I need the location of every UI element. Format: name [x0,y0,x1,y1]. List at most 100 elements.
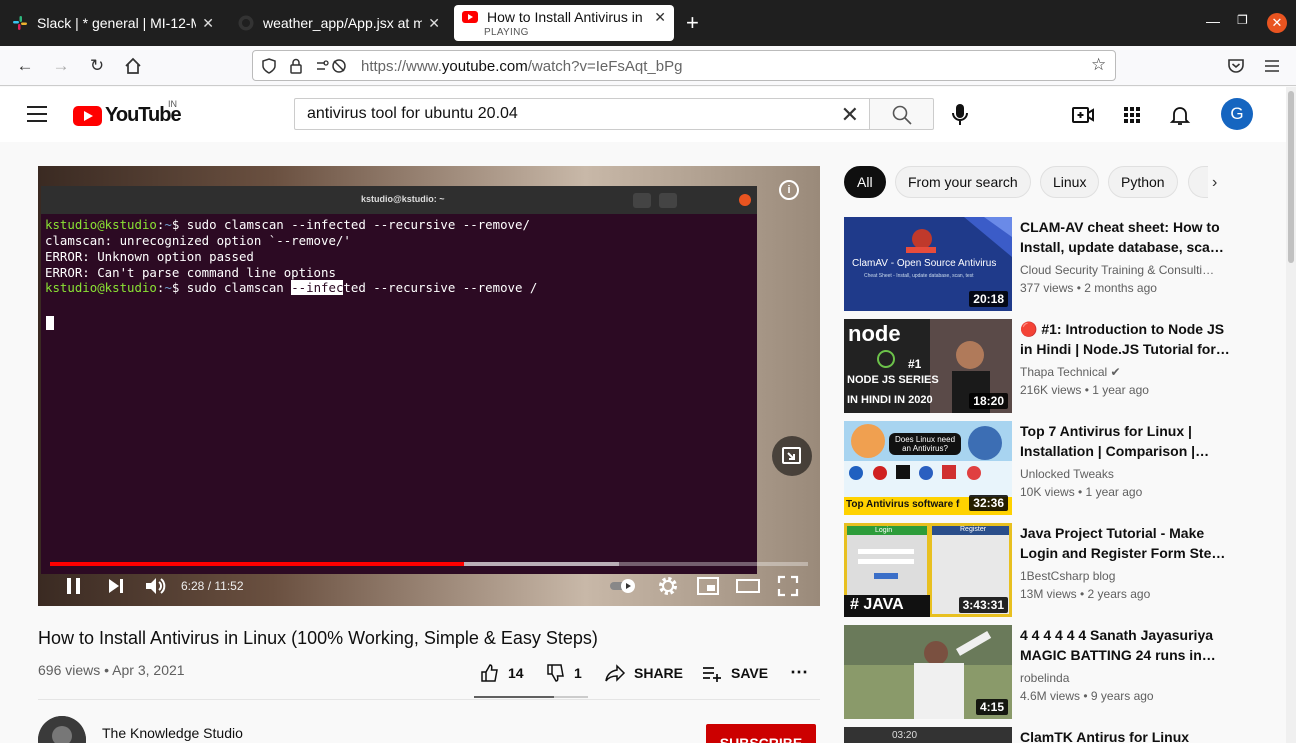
menu-icon[interactable] [1262,56,1282,76]
new-tab-button[interactable]: + [686,12,699,34]
recommendation-channel[interactable]: Thapa Technical ✔ [1020,365,1225,379]
next-icon[interactable] [104,574,128,598]
duration-badge: 32:36 [969,495,1008,511]
shield-icon[interactable] [261,58,277,74]
notifications-bell-icon[interactable] [1168,103,1192,127]
share-button[interactable]: SHARE [604,663,683,683]
progress-bar[interactable] [50,562,808,566]
reload-icon[interactable]: ↻ [87,56,107,76]
video-thumbnail[interactable]: node #1 NODE JS SERIES IN HINDI IN 2020 … [844,319,1012,413]
chip-all[interactable]: All [844,166,886,198]
recommendation-title[interactable]: 🔴 #1: Introduction to Node JS in Hindi |… [1020,319,1230,359]
chip-python[interactable]: Python [1108,166,1178,198]
bookmark-star-icon[interactable]: ☆ [1091,55,1106,75]
channel-avatar[interactable] [38,716,86,743]
video-thumbnail[interactable]: Does Linux need an Antivirus? Top Antivi… [844,421,1012,515]
recommendation-item[interactable]: 4:15 4 4 4 4 4 4 Sanath Jayasuriya MAGIC… [844,625,1244,719]
terminal-search-icon [633,193,651,208]
miniplayer-icon [782,447,801,464]
like-ratio-bar [474,696,588,698]
pause-icon[interactable] [62,574,86,598]
save-button[interactable]: SAVE [701,663,768,683]
search-box: ✕ [294,98,870,130]
terminal-title: kstudio@kstudio: ~ [361,194,445,204]
recommendation-views: 10K views • 1 year ago [1020,485,1143,499]
chip-linux[interactable]: Linux [1040,166,1100,198]
hamburger-menu-icon[interactable] [27,106,47,122]
account-avatar[interactable]: G [1221,98,1253,130]
recommendation-item[interactable]: 03:20 ClamTK Antirus for Linux [844,727,1244,743]
theater-mode-icon[interactable] [736,574,760,598]
volume-icon[interactable] [143,574,167,598]
autoplay-toggle-icon[interactable] [609,574,639,598]
recommendation-item[interactable]: Does Linux need an Antivirus? Top Antivi… [844,421,1244,515]
like-count: 14 [508,665,524,681]
dislike-button[interactable]: 1 [546,663,582,683]
back-icon[interactable]: ← [15,56,35,76]
video-thumbnail[interactable]: 03:20 [844,727,1012,743]
forward-icon[interactable]: → [51,56,71,76]
miniplayer-small-icon[interactable] [696,574,720,598]
played-bar [50,562,464,566]
chevron-right-icon[interactable]: › [1212,174,1217,192]
tab-playing-label: PLAYING [484,27,529,38]
search-button[interactable] [869,98,934,130]
channel-name[interactable]: The Knowledge Studio [102,725,243,741]
search-icon [892,105,912,125]
recommendation-channel[interactable]: 1BestCsharp blog [1020,569,1225,583]
settings-gear-icon[interactable] [656,574,680,598]
fullscreen-icon[interactable] [776,574,800,598]
tab-youtube-active[interactable]: How to Install Antivirus in PLAYING ✕ [454,5,674,41]
url-text: https://www.youtube.com/watch?v=IeFsAqt_… [361,58,683,75]
subscribe-button[interactable]: SUBSCRIBE [706,724,816,743]
scrollbar-thumb[interactable] [1288,91,1294,263]
recommendation-item[interactable]: Login Register # JAVA 3:43:31 Java Proje… [844,523,1244,617]
video-thumbnail[interactable]: ClamAV - Open Source Antivirus Cheat She… [844,217,1012,311]
info-icon[interactable]: i [779,180,799,200]
thumbnail-text: # JAVA [850,596,904,613]
terminal-line: clamscan: unrecognized option `--remove/… [45,233,351,248]
recommendation-item[interactable]: ClamAV - Open Source Antivirus Cheat She… [844,217,1244,311]
recommendation-channel[interactable]: robelinda [1020,671,1225,685]
maximize-icon[interactable]: ❐ [1237,13,1248,27]
like-button[interactable]: 14 [480,663,524,683]
create-video-icon[interactable] [1071,103,1095,127]
apps-grid-icon[interactable] [1120,103,1144,127]
tab-github[interactable]: weather_app/App.jsx at m ✕ [230,5,448,41]
close-icon[interactable]: ✕ [654,9,666,26]
youtube-logo[interactable]: YouTube IN [73,99,182,127]
recommendation-channel[interactable]: Cloud Security Training & Consulti… [1020,263,1225,277]
minimize-icon[interactable]: — [1206,13,1220,29]
close-icon[interactable]: ✕ [428,15,440,32]
clear-search-icon[interactable]: ✕ [841,102,859,128]
recommendation-channel[interactable]: Unlocked Tweaks [1020,467,1225,481]
tab-slack[interactable]: Slack | * general | MI-12-M ✕ [4,5,222,41]
recommendation-title[interactable]: Top 7 Antivirus for Linux | Installation… [1020,421,1230,461]
recommendation-views: 377 views • 2 months ago [1020,281,1157,295]
pocket-icon[interactable] [1226,56,1246,76]
page-scrollbar[interactable] [1286,87,1296,743]
video-player[interactable]: kstudio@kstudio: ~ kstudio@kstudio:~$ su… [38,166,820,606]
thumbnail-text: Register [960,526,987,533]
time-display: 6:28 / 11:52 [181,579,244,593]
microphone-icon[interactable] [947,95,973,131]
url-bar[interactable]: https://www.youtube.com/watch?v=IeFsAqt_… [252,50,1116,81]
video-thumbnail[interactable]: 4:15 [844,625,1012,719]
github-icon [238,15,254,31]
chip-from-your-search[interactable]: From your search [895,166,1031,198]
permissions-icon[interactable] [315,58,347,74]
recommendation-title[interactable]: ClamTK Antirus for Linux [1020,727,1230,743]
video-thumbnail[interactable]: Login Register # JAVA 3:43:31 [844,523,1012,617]
window-close-icon[interactable]: ✕ [1267,13,1287,33]
close-icon[interactable]: ✕ [202,15,214,32]
recommendation-title[interactable]: Java Project Tutorial - Make Login and R… [1020,523,1230,563]
search-input[interactable] [295,99,815,129]
chip-partial[interactable] [1188,166,1208,198]
miniplayer-button[interactable] [772,436,812,476]
home-icon[interactable] [123,56,143,76]
recommendation-item[interactable]: node #1 NODE JS SERIES IN HINDI IN 2020 … [844,319,1244,413]
recommendation-title[interactable]: CLAM-AV cheat sheet: How to Install, upd… [1020,217,1230,257]
more-actions-icon[interactable]: ⋯ [790,662,808,683]
recommendation-title[interactable]: 4 4 4 4 4 4 Sanath Jayasuriya MAGIC BATT… [1020,625,1230,665]
lock-icon[interactable] [289,58,303,74]
